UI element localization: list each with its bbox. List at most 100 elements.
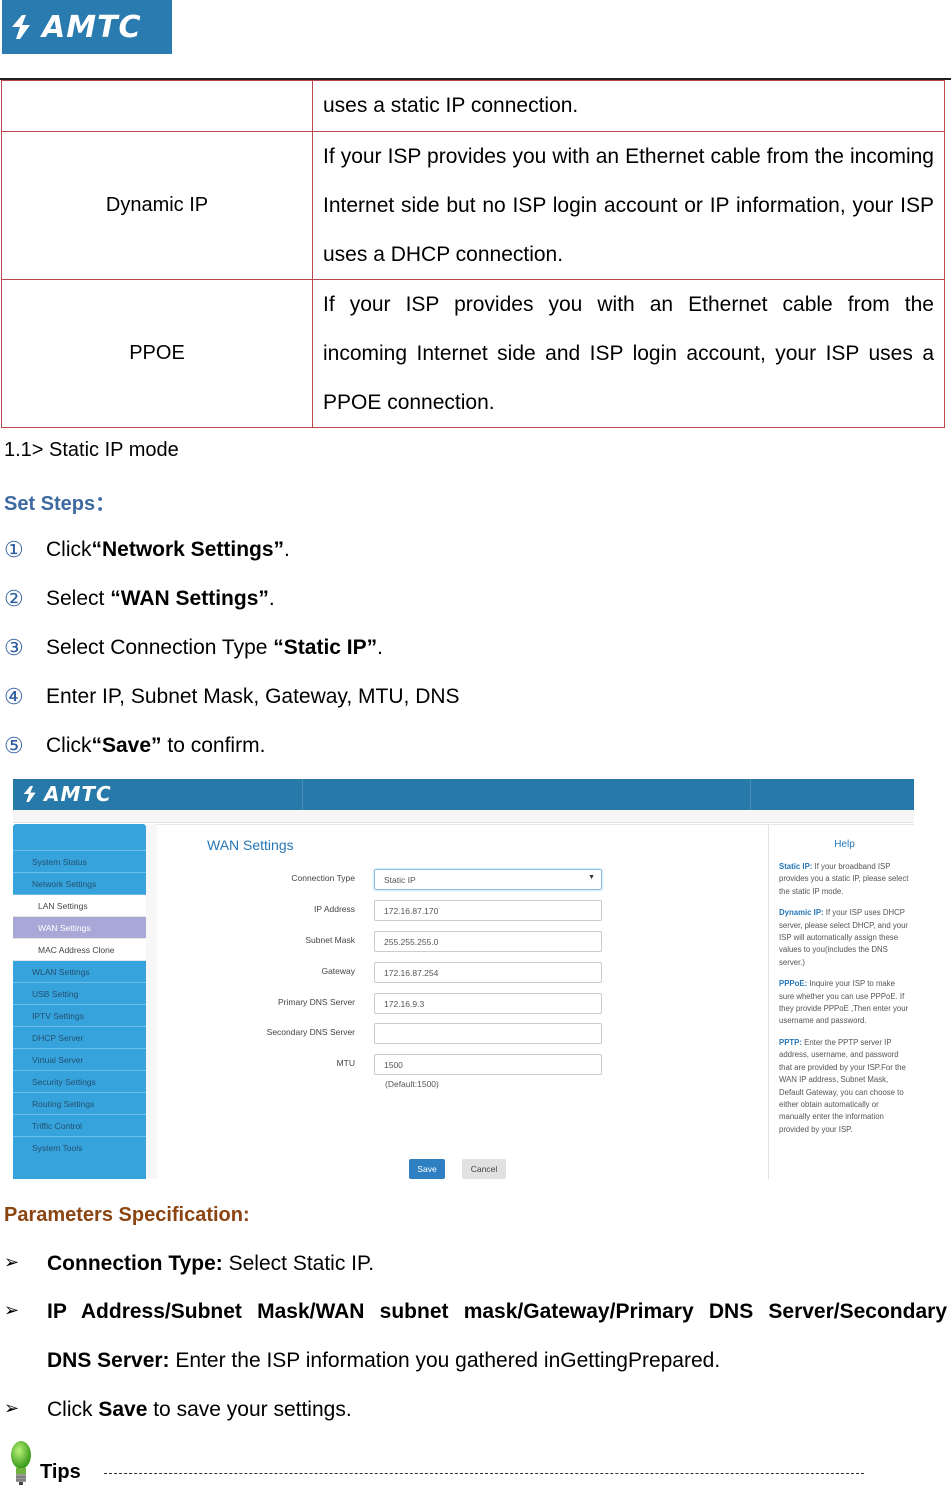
step-number: ①	[4, 537, 24, 562]
sidebar-item-network-settings[interactable]: Network Settings	[13, 873, 146, 895]
wan-settings-panel: WAN Settings Connection Type Static IP ▼…	[157, 824, 768, 1179]
sidebar-item-routing-settings[interactable]: Routing Settings	[13, 1093, 146, 1115]
page-title: WAN Settings	[207, 837, 294, 853]
tips-dashed-rule	[104, 1473, 864, 1474]
param-bullet-item: ➢ Connection Type: Select Static IP.	[4, 1252, 374, 1276]
help-term: Dynamic IP:	[779, 908, 824, 918]
param-bullet-item: ➢ Click Save to save your settings.	[4, 1398, 352, 1422]
connection-description-cell: If your ISP provides you with an Etherne…	[312, 131, 945, 280]
param-text: Click	[47, 1398, 99, 1421]
param-text: Select Static IP.	[222, 1252, 375, 1275]
help-term: Static IP:	[779, 862, 813, 871]
section-label: 1.1> Static IP mode	[4, 439, 179, 461]
step-item: ② Select “WAN Settings”.	[4, 586, 275, 612]
tips-label: Tips	[40, 1461, 81, 1483]
description-line: uses a DHCP connection.	[323, 243, 564, 266]
help-term: PPPoE:	[779, 979, 808, 989]
primary-dns-row: Primary DNS Server 172.16.9.3	[157, 993, 768, 1015]
arrow-bullet-icon: ➢	[4, 1252, 20, 1272]
ip-address-input[interactable]: 172.16.87.170	[374, 900, 602, 921]
tips-section: Tips	[6, 1440, 81, 1486]
param-term: Save	[98, 1398, 148, 1421]
mtu-default-hint: (Default:1500)	[385, 1079, 439, 1089]
connection-description-cell: If your ISP provides you with an Etherne…	[312, 279, 945, 428]
mtu-input[interactable]: 1500	[374, 1054, 602, 1075]
sidebar-item-wan-settings[interactable]: WAN Settings	[13, 917, 146, 939]
router-sidebar: System Status Network Settings LAN Setti…	[13, 824, 146, 1179]
subnet-mask-row: Subnet Mask 255.255.255.0	[157, 931, 768, 953]
sidebar-item-mac-address-clone[interactable]: MAC Address Clone	[13, 939, 146, 961]
step-text: .	[284, 538, 290, 561]
gateway-label: Gateway	[321, 966, 355, 976]
step-item: ④ Enter IP, Subnet Mask, Gateway, MTU, D…	[4, 684, 460, 710]
table-row: uses a static IP connection.	[1, 80, 945, 132]
step-text: Click	[46, 734, 92, 757]
secondary-dns-input[interactable]	[374, 1023, 602, 1044]
step-text: to confirm.	[161, 734, 266, 757]
help-item-pptp: PPTP: Enter the PPTP server IP address, …	[779, 1037, 910, 1136]
param-term: DNS Server:	[47, 1349, 170, 1372]
step-text: Select Connection Type	[46, 636, 274, 659]
secondary-dns-label: Secondary DNS Server	[266, 1027, 355, 1037]
topbar-divider	[750, 779, 751, 810]
param-term: IP Address/Subnet Mask/WAN subnet mask/G…	[47, 1300, 947, 1323]
step-text: .	[268, 587, 275, 610]
connection-description-cell: uses a static IP connection.	[312, 80, 945, 132]
help-item-static-ip: Static IP: If your broadband ISP provide…	[779, 861, 910, 898]
sidebar-item-usb-setting[interactable]: USB Setting	[13, 983, 146, 1005]
connection-type-cell: PPOE	[1, 279, 313, 428]
amtc-logo: AMTC	[2, 0, 172, 54]
connection-type-select[interactable]: Static IP ▼	[374, 869, 602, 890]
primary-dns-input[interactable]: 172.16.9.3	[374, 993, 602, 1014]
step-number: ③	[4, 635, 24, 660]
param-bullet-item: ➢ IP Address/Subnet Mask/WAN subnet mask…	[4, 1300, 947, 1324]
step-text: .	[377, 636, 383, 659]
arrow-bullet-icon: ➢	[4, 1300, 20, 1320]
sidebar-item-traffic-control[interactable]: Triffic Control	[13, 1115, 146, 1137]
secondary-dns-row: Secondary DNS Server	[157, 1023, 768, 1045]
connection-type-row: Connection Type Static IP ▼	[157, 869, 768, 891]
help-item-dynamic-ip: Dynamic IP: If your ISP uses DHCP server…	[779, 907, 910, 969]
help-title: Help	[834, 839, 855, 850]
connection-type-cell: Dynamic IP	[1, 131, 313, 280]
subnet-mask-label: Subnet Mask	[305, 935, 355, 945]
description-line: incoming Internet side and ISP login acc…	[323, 342, 934, 365]
mtu-row: MTU 1500	[157, 1054, 768, 1076]
parameters-heading: Parameters Specification:	[4, 1204, 250, 1226]
sidebar-item-system-tools[interactable]: System Tools	[13, 1137, 146, 1159]
gateway-row: Gateway 172.16.87.254	[157, 962, 768, 984]
subnet-mask-input[interactable]: 255.255.255.0	[374, 931, 602, 952]
connection-type-table: uses a static IP connection. Dynamic IP …	[1, 80, 945, 428]
help-item-pppoe: PPPoE: Inquire your ISP to make sure whe…	[779, 978, 910, 1028]
cancel-button[interactable]: Cancel	[462, 1159, 506, 1179]
description-line: PPOE connection.	[323, 391, 495, 414]
sidebar-header	[13, 824, 146, 851]
step-emphasis: “Network Settings”	[91, 538, 285, 561]
gateway-input[interactable]: 172.16.87.254	[374, 962, 602, 983]
description-line: If your ISP provides you with an Etherne…	[323, 293, 934, 316]
lightbulb-icon	[11, 1441, 31, 1485]
step-number: ⑤	[4, 733, 24, 758]
router-subheader-strip	[13, 810, 914, 823]
router-ui-screenshot: AMTC System Status Network Settings LAN …	[13, 779, 914, 1179]
caret-down-icon: ▼	[588, 874, 595, 881]
step-emphasis: “Save”	[91, 734, 162, 757]
connection-type-cell	[1, 80, 313, 132]
step-text: Select	[46, 587, 111, 610]
step-text: Click	[46, 538, 92, 561]
sidebar-item-system-status[interactable]: System Status	[13, 851, 146, 873]
save-button[interactable]: Save	[409, 1159, 445, 1179]
sidebar-item-dhcp-server[interactable]: DHCP Server	[13, 1027, 146, 1049]
sidebar-item-wlan-settings[interactable]: WLAN Settings	[13, 961, 146, 983]
sidebar-item-virtual-server[interactable]: Virtual Server	[13, 1049, 146, 1071]
primary-dns-label: Primary DNS Server	[278, 997, 355, 1007]
sidebar-item-iptv-settings[interactable]: IPTV Settings	[13, 1005, 146, 1027]
sidebar-item-security-settings[interactable]: Security Settings	[13, 1071, 146, 1093]
step-emphasis: “WAN Settings”	[110, 587, 269, 610]
table-row: PPOE If your ISP provides you with an Et…	[1, 279, 945, 428]
sidebar-item-lan-settings[interactable]: LAN Settings	[13, 895, 146, 917]
sidebar-gutter	[146, 824, 157, 1179]
logo-text: AMTC	[42, 9, 142, 45]
mtu-label: MTU	[336, 1058, 355, 1068]
ip-address-label: IP Address	[314, 904, 355, 914]
